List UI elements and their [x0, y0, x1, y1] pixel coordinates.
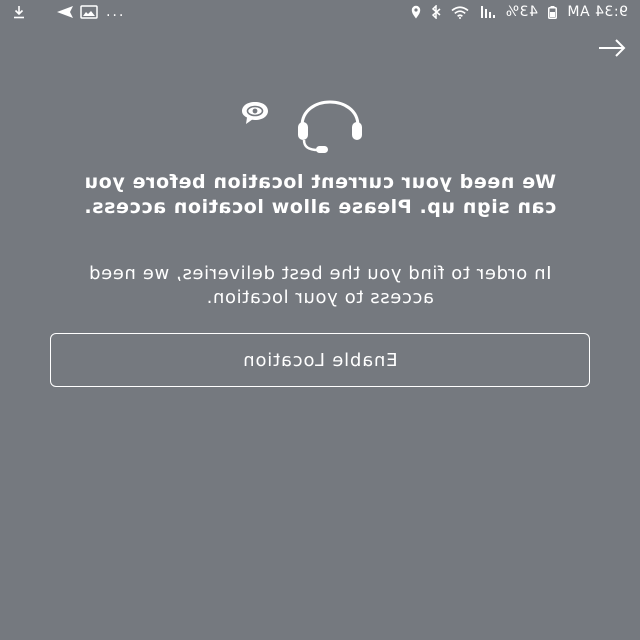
support-illustration — [232, 96, 372, 156]
overflow-dots: ... — [104, 4, 124, 20]
status-bar-left: 9:34 AM 43% — [411, 4, 628, 20]
permission-description: In order to find you the best deliveries… — [88, 263, 552, 308]
arrow-left-icon — [599, 39, 626, 57]
battery-icon — [547, 5, 557, 19]
enable-location-button-label: Enable Location — [242, 349, 398, 371]
send-notification-icon — [56, 5, 74, 19]
permission-headline: We need your current location before you… — [83, 171, 557, 218]
speech-bubble-eye-icon — [242, 102, 268, 124]
signal-icon — [479, 6, 496, 18]
battery-percent: 43% — [505, 4, 538, 20]
download-icon — [12, 5, 26, 19]
location-pin-icon — [411, 5, 421, 19]
back-button[interactable] — [592, 30, 632, 66]
image-notification-icon — [80, 5, 98, 19]
screen: 9:34 AM 43% ... We need your current loc… — [0, 0, 640, 640]
status-time: 9:34 AM — [566, 4, 628, 20]
enable-location-button[interactable]: Enable Location — [50, 333, 590, 387]
bluetooth-icon — [431, 5, 441, 19]
wifi-icon — [451, 5, 469, 19]
status-bar: 9:34 AM 43% ... — [0, 0, 640, 24]
status-bar-right: ... — [12, 4, 123, 20]
